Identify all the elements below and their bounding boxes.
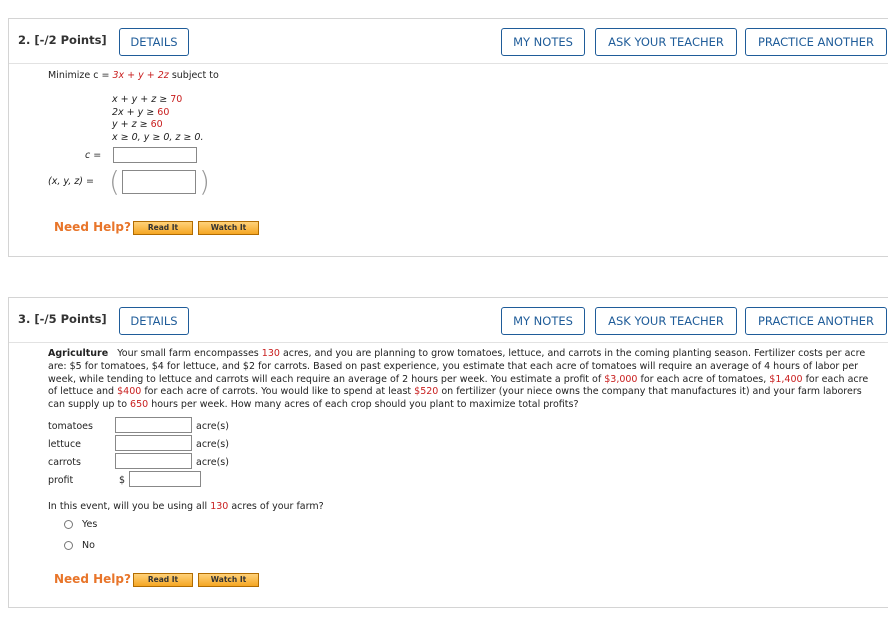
practice-another-button[interactable]: PRACTICE ANOTHER: [745, 28, 887, 56]
objective-expression: 3x + y + 2z: [112, 70, 169, 81]
no-radio[interactable]: [64, 541, 73, 550]
row-label-tomatoes: tomatoes: [48, 421, 93, 432]
need-help-label: Need Help?: [54, 220, 131, 234]
unit-tomatoes: acre(s): [196, 421, 229, 432]
constraint-1: x + y + z ≥ 70: [112, 94, 183, 105]
left-paren: (: [109, 165, 120, 198]
problem-title: Agriculture: [48, 348, 109, 359]
ask-your-teacher-button[interactable]: ASK YOUR TEACHER: [595, 307, 737, 335]
question-2-panel: 2. [-/2 Points] DETAILS MY NOTES ASK YOU…: [8, 18, 888, 257]
carrots-input[interactable]: [115, 453, 192, 469]
practice-another-button[interactable]: PRACTICE ANOTHER: [745, 307, 887, 335]
lettuce-input[interactable]: [115, 435, 192, 451]
details-button[interactable]: DETAILS: [119, 307, 189, 335]
unit-carrots: acre(s): [196, 457, 229, 468]
objective-statement: Minimize c = 3x + y + 2z subject to: [48, 70, 219, 81]
dollar-sign: $: [119, 475, 126, 486]
watch-it-button[interactable]: Watch It: [198, 573, 259, 587]
row-label-profit: profit: [48, 475, 74, 486]
read-it-button[interactable]: Read It: [133, 221, 193, 235]
question-2-header: 2. [-/2 Points] DETAILS MY NOTES ASK YOU…: [9, 19, 888, 64]
profit-input[interactable]: [129, 471, 201, 487]
ask-your-teacher-button[interactable]: ASK YOUR TEACHER: [595, 28, 737, 56]
question-3-number: 3. [-/5 Points]: [18, 312, 107, 326]
right-paren: ): [199, 165, 210, 198]
follow-up-question: In this event, will you be using all 130…: [48, 501, 324, 512]
constraint-4: x ≥ 0, y ≥ 0, z ≥ 0.: [112, 131, 204, 143]
tomatoes-input[interactable]: [115, 417, 192, 433]
question-3-panel: 3. [-/5 Points] DETAILS MY NOTES ASK YOU…: [8, 297, 888, 608]
row-label-lettuce: lettuce: [48, 439, 82, 450]
c-answer-input[interactable]: [113, 147, 197, 163]
xyz-label: (x, y, z) =: [48, 176, 94, 187]
constraint-3: y + z ≥ 60: [112, 119, 163, 130]
yes-radio[interactable]: [64, 520, 73, 529]
question-3-header: 3. [-/5 Points] DETAILS MY NOTES ASK YOU…: [9, 298, 888, 343]
yes-label: Yes: [82, 519, 98, 530]
row-label-carrots: carrots: [48, 457, 81, 468]
my-notes-button[interactable]: MY NOTES: [501, 28, 585, 56]
need-help-label: Need Help?: [54, 572, 131, 586]
constraint-2: 2x + y ≥ 60: [112, 106, 170, 118]
read-it-button[interactable]: Read It: [133, 573, 193, 587]
problem-statement: Agriculture Your small farm encompasses …: [48, 348, 869, 411]
question-2-number: 2. [-/2 Points]: [18, 33, 107, 47]
c-label: c =: [85, 150, 102, 161]
unit-lettuce: acre(s): [196, 439, 229, 450]
my-notes-button[interactable]: MY NOTES: [501, 307, 585, 335]
details-button[interactable]: DETAILS: [119, 28, 189, 56]
watch-it-button[interactable]: Watch It: [198, 221, 259, 235]
xyz-answer-input[interactable]: [122, 170, 196, 194]
no-label: No: [82, 540, 95, 551]
